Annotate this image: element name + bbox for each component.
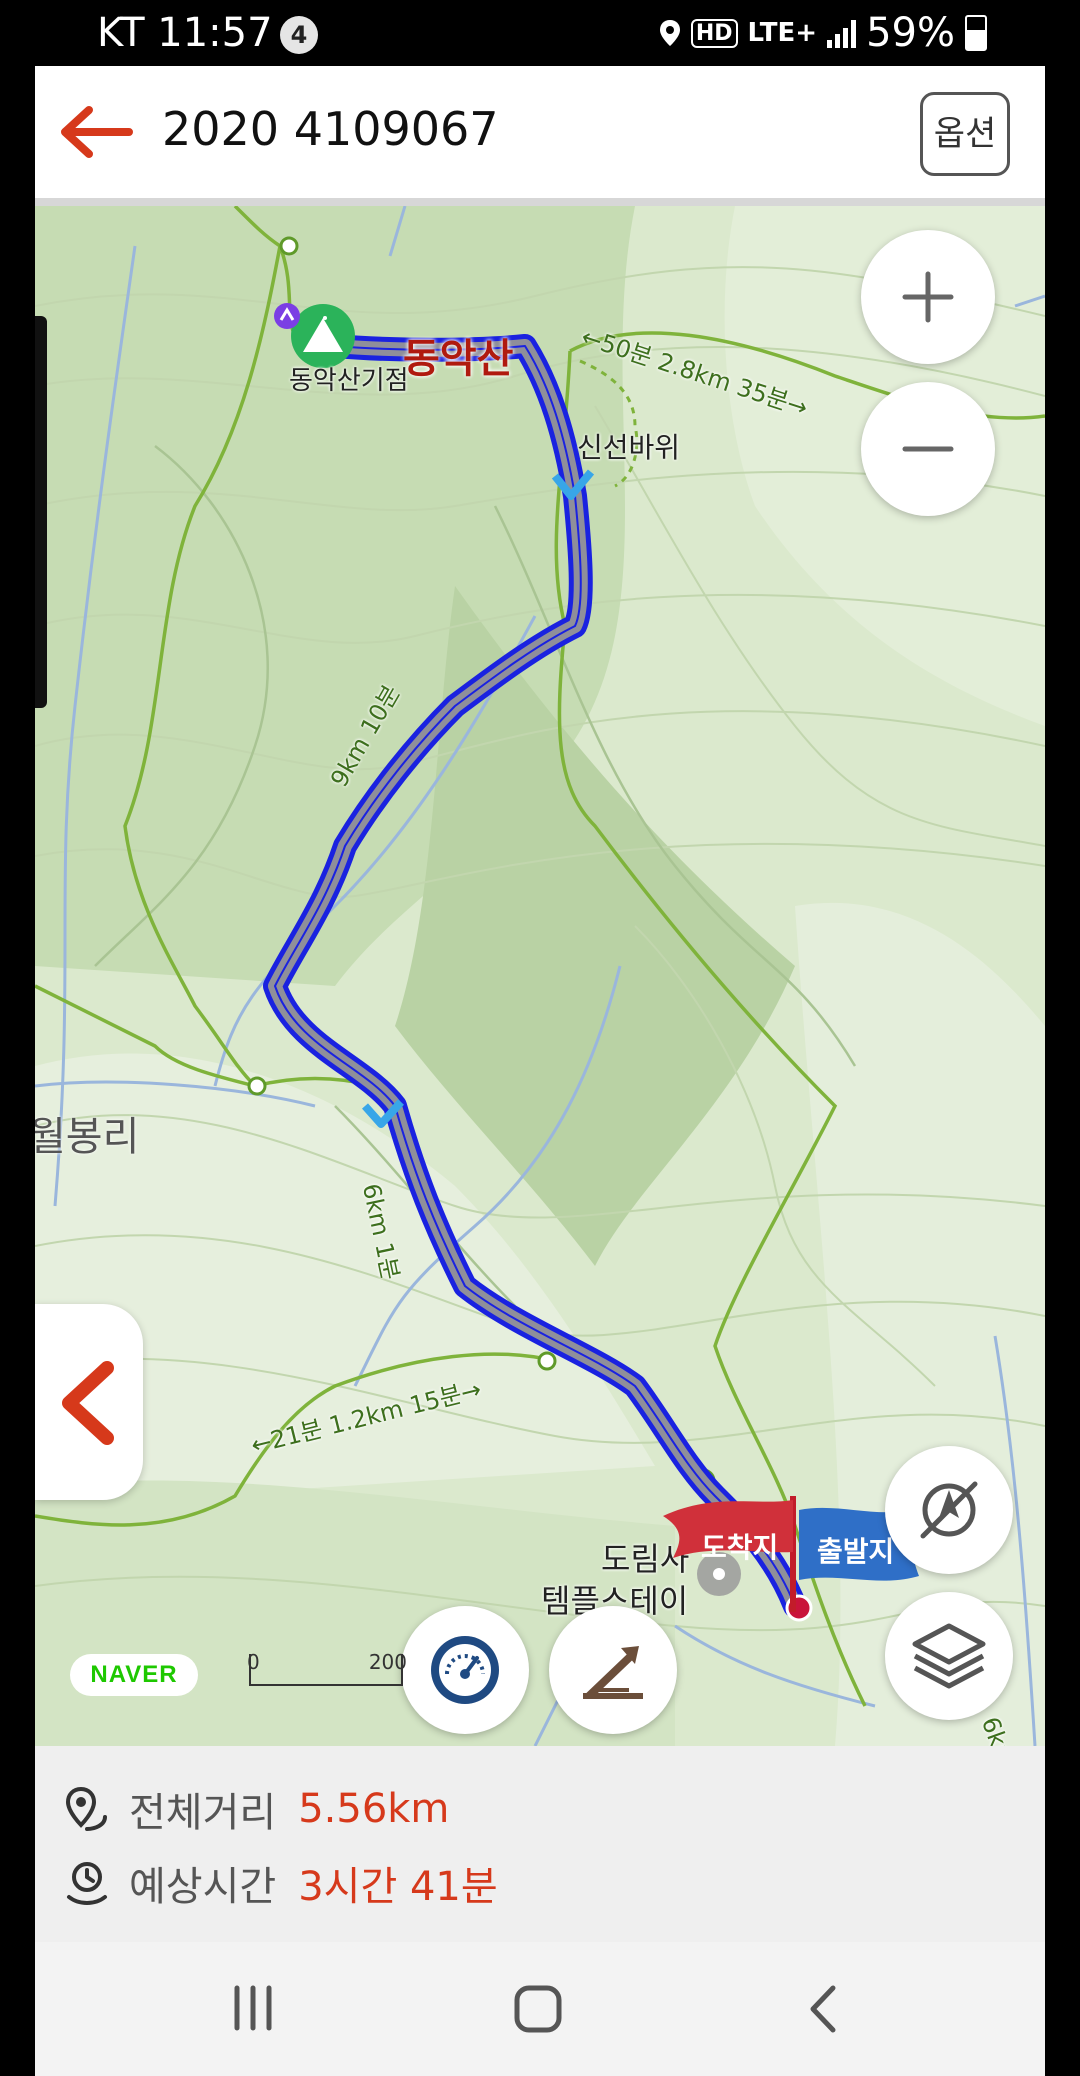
layers-icon xyxy=(912,1623,986,1689)
zoom-out-button[interactable] xyxy=(861,382,995,516)
estimated-time-icon xyxy=(67,1862,107,1905)
left-edge-handle[interactable] xyxy=(35,316,47,708)
battery-percent: 59% xyxy=(866,10,955,56)
region-label: 월봉리 xyxy=(35,1114,140,1160)
scale-start: 0 xyxy=(247,1650,260,1674)
time-label: 예상시간 xyxy=(129,1864,277,1910)
distance-row: 전체거리 5.56km xyxy=(65,1780,449,1838)
elevation-icon xyxy=(583,1646,643,1699)
signal-icon xyxy=(827,18,857,48)
options-button[interactable]: 옵션 xyxy=(920,92,1010,176)
minus-icon xyxy=(902,446,954,452)
home-button[interactable] xyxy=(513,1984,563,2034)
time-row: 예상시간 3시간 41분 xyxy=(65,1854,498,1912)
back-arrow-icon[interactable] xyxy=(53,104,133,160)
peak-name: 동악산 xyxy=(403,336,514,382)
carrier-time: KT 11:57 xyxy=(97,10,273,56)
departure-flag-label: 출발지 xyxy=(817,1535,895,1568)
elevation-profile-button[interactable] xyxy=(549,1606,677,1734)
app-header: 2020 4109067 옵션 xyxy=(35,66,1045,206)
lte-icon: LTE+ xyxy=(747,18,818,48)
peak-sub-label: 동악산기점 xyxy=(289,366,409,396)
speedometer-button[interactable] xyxy=(401,1606,529,1734)
location-icon xyxy=(659,20,680,46)
battery-icon xyxy=(965,15,987,51)
notification-count-badge: 4 xyxy=(280,16,318,54)
rock-label: 신선바위 xyxy=(577,431,681,464)
side-panel-toggle[interactable] xyxy=(35,1304,143,1500)
compass-off-button[interactable] xyxy=(885,1446,1013,1574)
layers-button[interactable] xyxy=(885,1592,1013,1720)
naver-logo: NAVER xyxy=(70,1654,198,1696)
page-title: 2020 4109067 xyxy=(162,102,499,156)
arrival-flag-label: 도착지 xyxy=(701,1531,779,1564)
chevron-left-icon xyxy=(62,1361,114,1445)
arrival-flag-icon xyxy=(663,1496,796,1612)
time-value: 3시간 41분 xyxy=(298,1864,498,1910)
map-view[interactable]: 동악산 동악산기점 신선바위 월봉리 도림사 템플스테이 ←50분 2.8km … xyxy=(35,206,1045,1746)
status-icons: HD LTE+ 59% xyxy=(659,10,987,56)
distance-value: 5.56km xyxy=(298,1786,450,1832)
compass-off-icon xyxy=(920,1481,978,1539)
plus-icon xyxy=(902,271,954,323)
status-bar: KT 11:57 4 HD LTE+ 59% xyxy=(35,0,1045,66)
zoom-in-button[interactable] xyxy=(861,230,995,364)
app-screen: KT 11:57 4 HD LTE+ 59% 2020 4109067 옵션 동… xyxy=(35,0,1045,2076)
scale-end: 200 xyxy=(368,1650,407,1674)
map-scale-bar: 0 200 xyxy=(247,1650,407,1686)
back-button[interactable] xyxy=(805,1984,841,2034)
hd-voice-icon: HD xyxy=(690,18,738,48)
system-nav-bar xyxy=(35,1942,1045,2076)
speedometer-icon xyxy=(431,1636,499,1704)
distance-label: 전체거리 xyxy=(129,1790,277,1836)
route-distance-icon xyxy=(65,1786,107,1831)
route-info-panel: 전체거리 5.56km 예상시간 3시간 41분 xyxy=(35,1746,1045,1942)
recent-apps-button[interactable] xyxy=(231,1984,275,2032)
